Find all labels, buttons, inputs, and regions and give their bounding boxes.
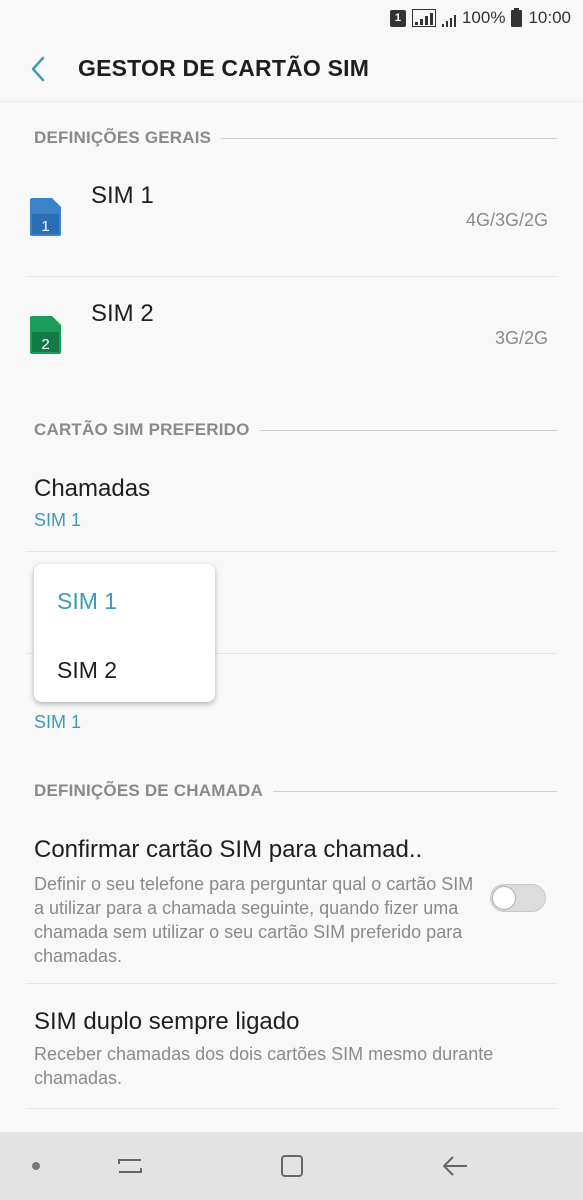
- clock: 10:00: [528, 8, 571, 27]
- nav-dot-icon: [32, 1162, 40, 1170]
- chevron-left-icon: [31, 56, 45, 81]
- section-divider: [259, 429, 557, 431]
- section-label: CARTÃO SIM PREFERIDO: [34, 420, 250, 439]
- battery-icon: [511, 7, 523, 27]
- section-divider: [221, 137, 557, 139]
- confirm-sim-description: Definir o seu telefone para perguntar qu…: [34, 874, 474, 966]
- divider: [26, 983, 557, 984]
- svg-text:2: 2: [41, 336, 49, 353]
- sim-select-popup: SIM 1 SIM 2: [34, 564, 215, 702]
- section-header-general: DEFINIÇÕES GERAIS: [34, 126, 557, 150]
- sim-1-network: 4G/3G/2G: [465, 210, 548, 230]
- sim-1-row[interactable]: 1 SIM 1 4G/3G/2G: [0, 160, 583, 276]
- divider: [26, 276, 557, 277]
- divider: [26, 1108, 557, 1109]
- sim-card-1-icon: 1: [30, 198, 61, 236]
- popup-option-sim-1[interactable]: SIM 1: [57, 588, 117, 615]
- calls-value: SIM 1: [34, 510, 82, 530]
- sim-1-icon: 1: [389, 9, 406, 27]
- recents-icon[interactable]: [116, 1152, 144, 1180]
- app-header: GESTOR DE CARTÃO SIM: [0, 36, 583, 102]
- sim-2-name: SIM 2: [91, 300, 154, 327]
- dual-sim-title: SIM duplo sempre ligado: [34, 1008, 300, 1035]
- home-icon[interactable]: [278, 1152, 306, 1180]
- navigation-bar: [0, 1132, 583, 1200]
- back-button[interactable]: [8, 39, 68, 99]
- section-label: DEFINIÇÕES GERAIS: [34, 128, 212, 147]
- calls-title: Chamadas: [34, 475, 151, 502]
- sim-card-2-icon: 2: [30, 316, 61, 354]
- signal-icon: [441, 10, 456, 27]
- sim-2-row[interactable]: 2 SIM 2 3G/2G: [0, 278, 583, 394]
- svg-text:1: 1: [41, 218, 49, 235]
- popup-option-sim-2[interactable]: SIM 2: [57, 657, 117, 684]
- sim-1-name: SIM 1: [91, 182, 154, 209]
- confirm-sim-title: Confirmar cartão SIM para chamad..: [34, 836, 423, 863]
- page-title: GESTOR DE CARTÃO SIM: [78, 55, 370, 81]
- battery-percentage: 100%: [461, 8, 506, 27]
- back-icon[interactable]: [441, 1152, 469, 1180]
- divider: [26, 551, 557, 552]
- section-label: DEFINIÇÕES DE CHAMADA: [34, 781, 263, 800]
- preference-value[interactable]: SIM 1: [34, 712, 81, 733]
- section-header-call-settings: DEFINIÇÕES DE CHAMADA: [34, 779, 557, 803]
- status-bar: 1 100% 10:00: [0, 0, 583, 36]
- dual-sim-description: Receber chamadas dos dois cartões SIM me…: [34, 1044, 494, 1088]
- section-header-preferred: CARTÃO SIM PREFERIDO: [34, 418, 557, 442]
- toggle-knob: [492, 886, 516, 910]
- section-divider: [273, 790, 557, 792]
- sim-2-network: 3G/2G: [494, 328, 548, 348]
- confirm-sim-toggle[interactable]: [490, 884, 546, 912]
- signal-boxed-icon: [411, 9, 436, 27]
